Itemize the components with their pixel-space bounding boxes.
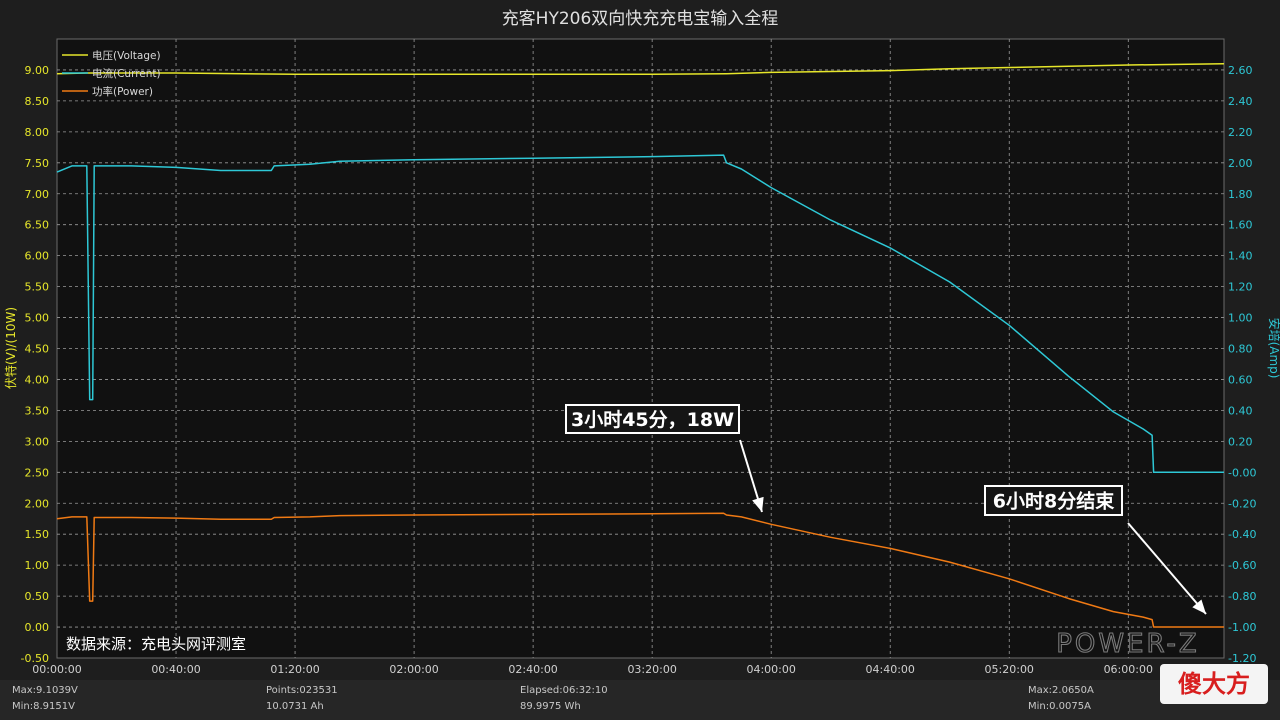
corner-badge: 傻大方 xyxy=(1160,664,1268,704)
y2-tick-label: 2.00 xyxy=(1228,157,1253,170)
y-tick-label: 4.50 xyxy=(25,343,50,356)
line-chart: 充客HY206双向快充充电宝输入全程 -0.500.000.501.001.50… xyxy=(3,9,1280,676)
x-tick-label: 00:40:00 xyxy=(151,663,200,676)
legend-label: 电压(Voltage) xyxy=(92,49,161,62)
y2-tick-label: -0.60 xyxy=(1228,559,1256,572)
y-axis-label: 伏特(V)/(10W) xyxy=(3,307,18,389)
power-z-logo: POWER-Z xyxy=(1056,629,1199,659)
callout-text: 6小时8分结束 xyxy=(993,490,1115,513)
y2-tick-label: 2.20 xyxy=(1228,126,1253,139)
y-tick-label: 9.00 xyxy=(25,64,50,77)
y2-tick-label: 1.80 xyxy=(1228,188,1253,201)
y-tick-label: 0.00 xyxy=(25,621,50,634)
y-tick-label: 7.00 xyxy=(25,188,50,201)
y-tick-label: 5.00 xyxy=(25,312,50,325)
legend-label: 功率(Power) xyxy=(92,85,153,98)
y-tick-label: 1.50 xyxy=(25,528,50,541)
x-tick-label: 06:00:00 xyxy=(1104,663,1153,676)
y-tick-label: 0.50 xyxy=(25,590,50,603)
min-voltage: Min:8.9151V xyxy=(12,701,75,712)
y-tick-label: 1.00 xyxy=(25,559,50,572)
y-tick-label: 4.00 xyxy=(25,373,50,386)
y2-tick-label: 0.80 xyxy=(1228,343,1253,356)
x-tick-label: 01:20:00 xyxy=(270,663,319,676)
y2-tick-label: 2.40 xyxy=(1228,95,1253,108)
y2-tick-label: 0.60 xyxy=(1228,373,1253,386)
x-tick-label: 03:20:00 xyxy=(627,663,676,676)
y2-tick-label: -0.80 xyxy=(1228,590,1256,603)
x-tick-label: 04:40:00 xyxy=(866,663,915,676)
x-tick-label: 02:40:00 xyxy=(508,663,557,676)
stats-footer: Max:9.1039V Min:8.9151V Points:023531 10… xyxy=(0,680,1280,720)
y-tick-label: 3.50 xyxy=(25,404,50,417)
y2-tick-label: 0.40 xyxy=(1228,404,1253,417)
max-current: Max:2.0650A xyxy=(1028,685,1094,696)
grid-lines xyxy=(57,39,1224,658)
y2-tick-label: -0.20 xyxy=(1228,497,1256,510)
y2-tick-label: 1.00 xyxy=(1228,312,1253,325)
min-current: Min:0.0075A xyxy=(1028,701,1091,712)
max-voltage: Max:9.1039V xyxy=(12,685,78,696)
y-tick-label: 6.00 xyxy=(25,250,50,263)
y2-tick-label: 0.20 xyxy=(1228,435,1253,448)
y2-tick-label: -0.00 xyxy=(1228,466,1256,479)
y2-tick-label: 1.60 xyxy=(1228,219,1253,232)
y2-tick-label: -1.00 xyxy=(1228,621,1256,634)
y-tick-label: 2.00 xyxy=(25,497,50,510)
y-tick-label: 8.00 xyxy=(25,126,50,139)
elapsed-time: Elapsed:06:32:10 xyxy=(520,685,608,696)
source-note: 数据来源：充电头网评测室 xyxy=(66,635,246,653)
callout-text: 3小时45分，18W xyxy=(571,409,734,431)
chart-title: 充客HY206双向快充充电宝输入全程 xyxy=(502,9,779,29)
energy-wh: 89.9975 Wh xyxy=(520,701,581,712)
x-tick-label: 02:00:00 xyxy=(389,663,438,676)
x-tick-label: 04:00:00 xyxy=(746,663,795,676)
x-tick-label: 05:20:00 xyxy=(985,663,1034,676)
y-tick-label: 5.50 xyxy=(25,281,50,294)
y-tick-label: 2.50 xyxy=(25,466,50,479)
chart-window: 充客HY206双向快充充电宝输入全程 -0.50 0.00 0.50 1.00 1.50… xyxy=(0,0,1280,720)
legend-label: 电流(Current) xyxy=(92,67,161,80)
points-count: Points:023531 xyxy=(266,685,338,696)
y2-tick-label: 2.60 xyxy=(1228,64,1253,77)
y2-tick-label: -0.40 xyxy=(1228,528,1256,541)
y-tick-label: 8.50 xyxy=(25,95,50,108)
y2-tick-label: 1.20 xyxy=(1228,281,1253,294)
x-tick-label: 00:00:00 xyxy=(32,663,81,676)
y2-tick-label: 1.40 xyxy=(1228,250,1253,263)
y-tick-label: 3.00 xyxy=(25,435,50,448)
capacity-ah: 10.0731 Ah xyxy=(266,701,324,712)
y-tick-label: 6.50 xyxy=(25,219,50,232)
y-tick-label: 7.50 xyxy=(25,157,50,170)
y2-axis-label: 安培(Amp) xyxy=(1267,318,1280,379)
